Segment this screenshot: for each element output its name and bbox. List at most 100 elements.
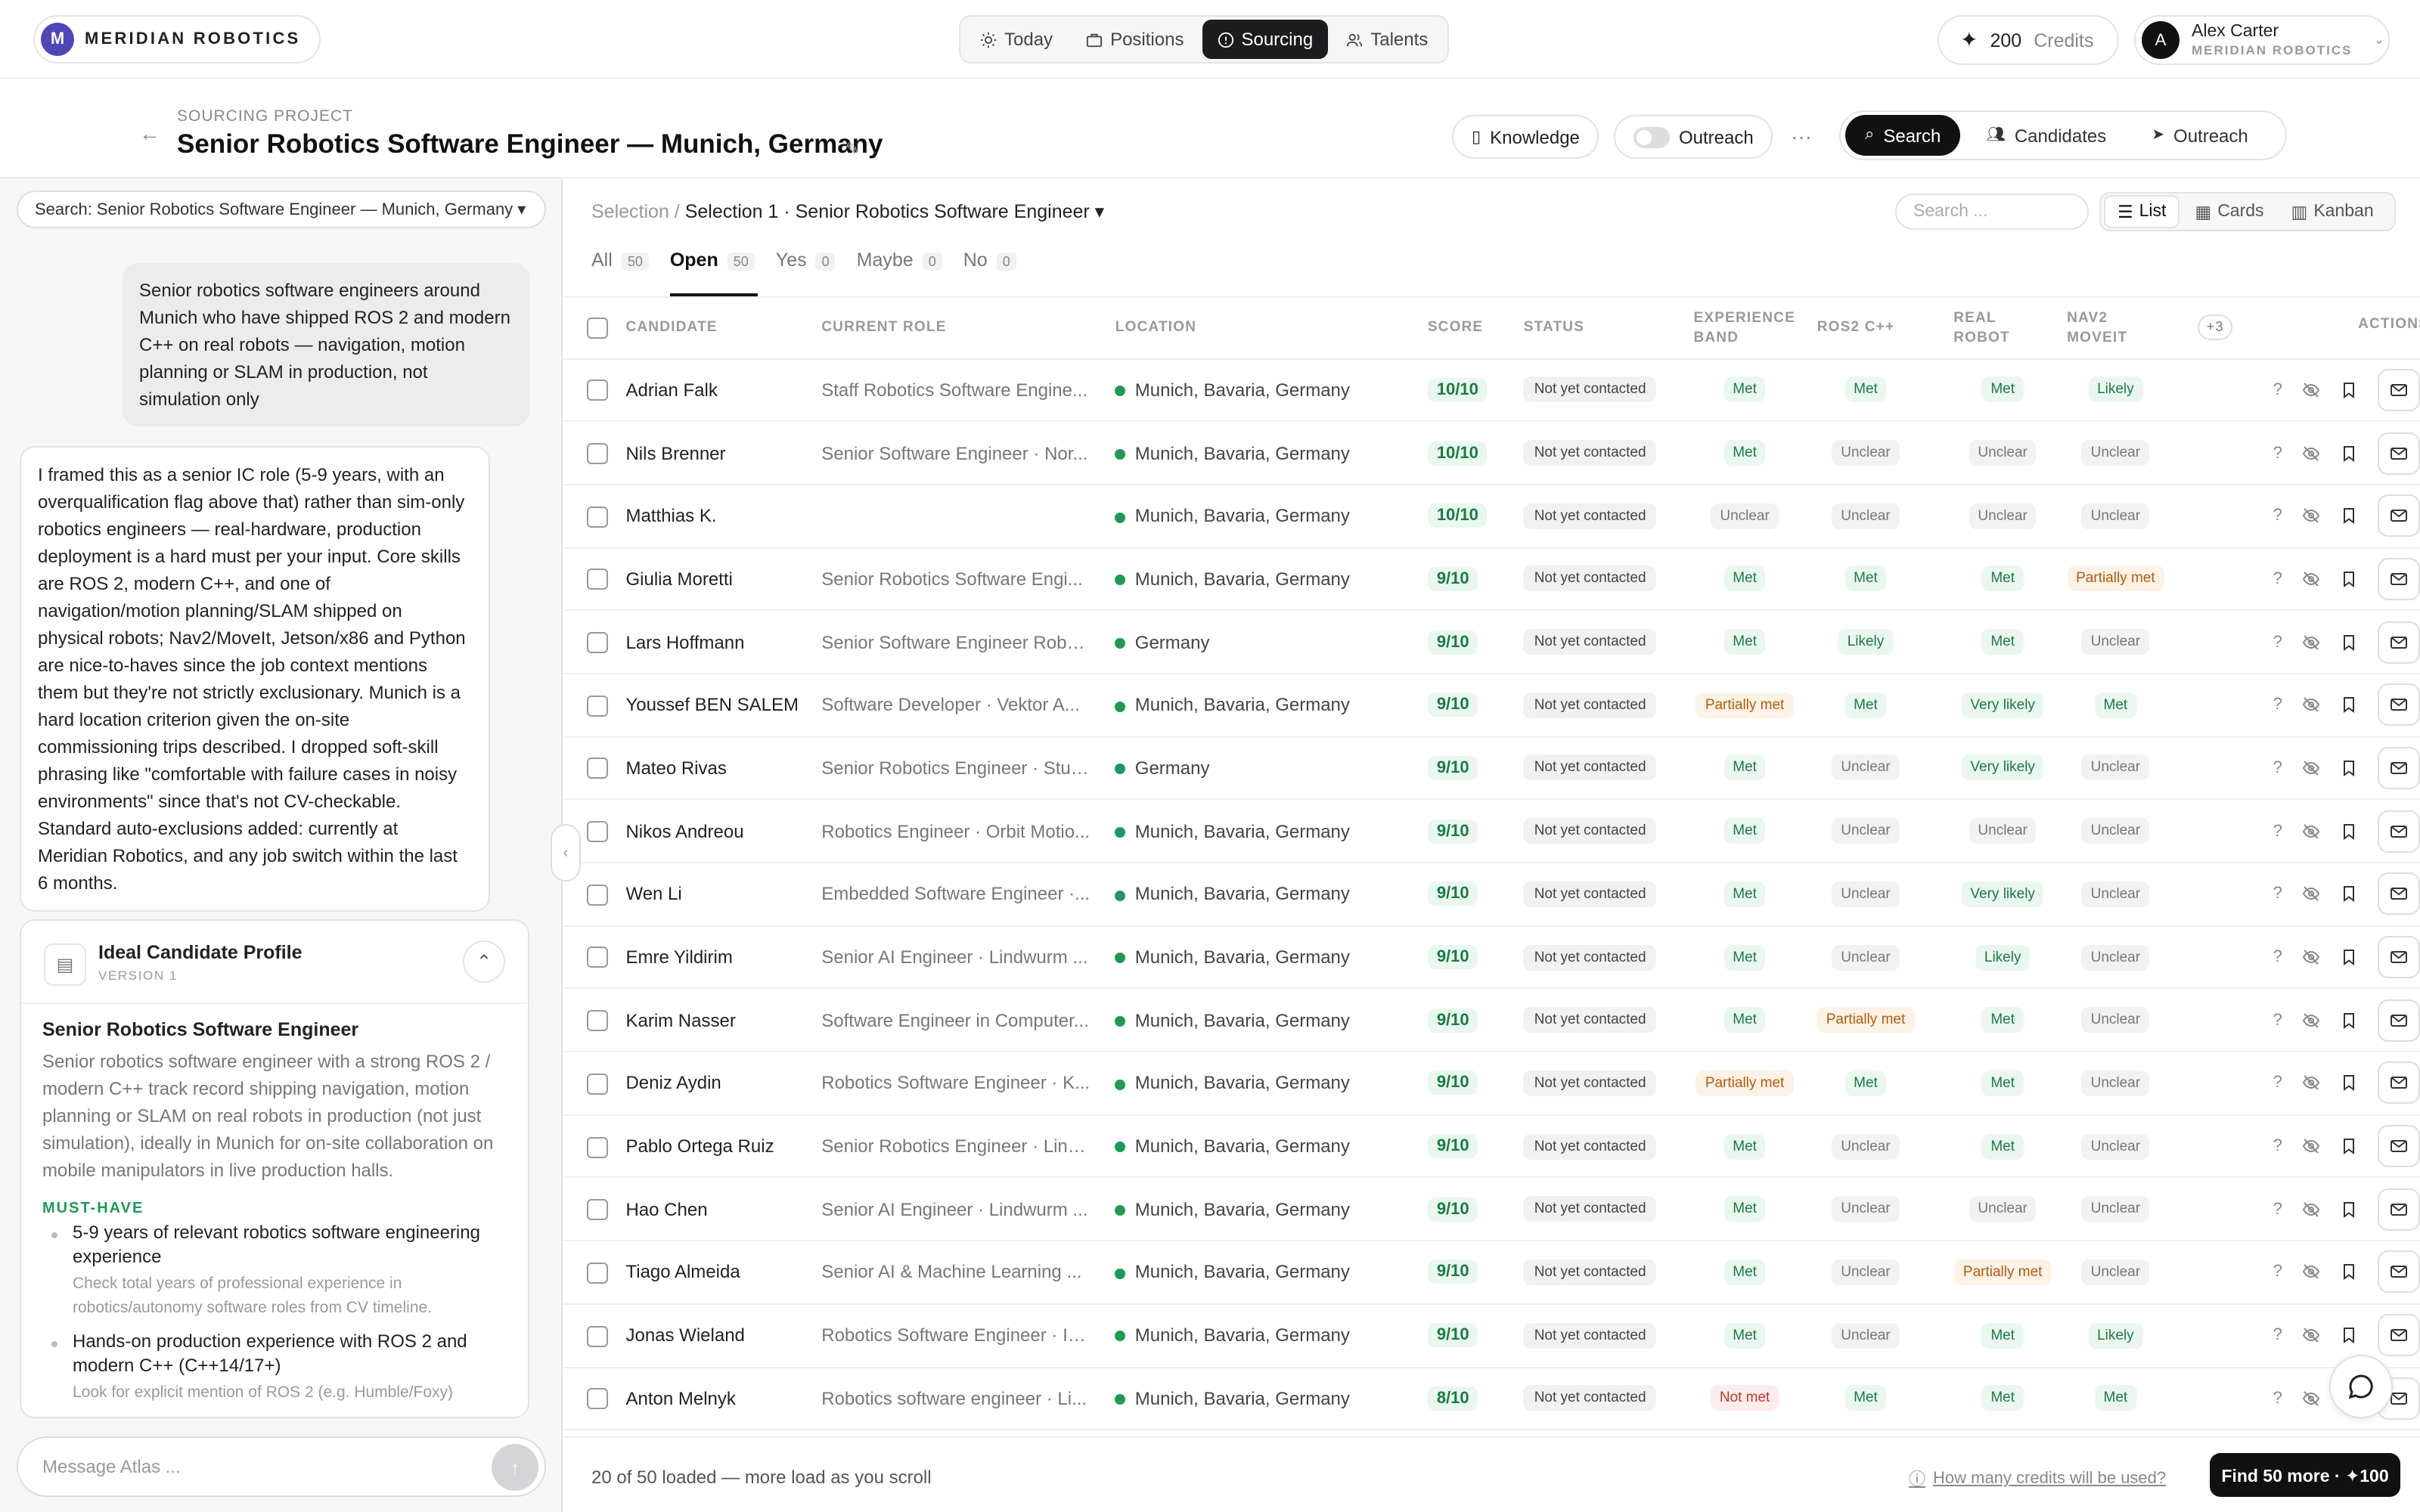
view-kanban[interactable]: ▥ Kanban — [2279, 195, 2386, 228]
table-row[interactable]: Matthias K. Munich, Bavaria, Germany 10/… — [563, 484, 2420, 549]
status-badge[interactable]: Not yet contacted — [1523, 881, 1657, 907]
candidate-name[interactable]: Wen Li — [625, 884, 681, 905]
question-icon[interactable]: ? — [2273, 1011, 2282, 1029]
eye-off-icon[interactable] — [2302, 822, 2320, 840]
candidate-name[interactable]: Deniz Aydin — [625, 1073, 721, 1094]
email-button[interactable] — [2377, 1188, 2420, 1231]
bookmark-icon[interactable] — [2340, 1074, 2358, 1092]
eye-off-icon[interactable] — [2302, 948, 2320, 966]
filter-all[interactable]: All 50 — [591, 249, 649, 289]
question-icon[interactable]: ? — [2273, 948, 2282, 966]
eye-off-icon[interactable] — [2302, 1074, 2320, 1092]
row-checkbox[interactable] — [587, 1262, 608, 1284]
row-checkbox[interactable] — [587, 1136, 608, 1157]
email-button[interactable] — [2377, 683, 2420, 727]
question-icon[interactable]: ? — [2273, 444, 2282, 462]
row-checkbox[interactable] — [587, 1010, 608, 1032]
email-button[interactable] — [2377, 432, 2420, 475]
row-checkbox[interactable] — [587, 884, 608, 906]
bookmark-icon[interactable] — [2340, 507, 2358, 525]
row-checkbox[interactable] — [587, 821, 608, 843]
collapse-panel-handle[interactable]: ‹ — [551, 824, 581, 881]
status-badge[interactable]: Not yet contacted — [1523, 629, 1657, 655]
nav-sourcing[interactable]: Sourcing — [1202, 20, 1329, 59]
eye-off-icon[interactable] — [2302, 444, 2320, 462]
user-menu[interactable]: A Alex Carter MERIDIAN ROBOTICS ⌄ — [2134, 15, 2390, 65]
table-row[interactable]: Karim Nasser Software Engineer in Comput… — [563, 988, 2420, 1053]
table-row[interactable]: Tiago Almeida Senior AI & Machine Learni… — [563, 1241, 2420, 1305]
table-row[interactable]: Hao Chen Senior AI Engineer · Lindwurm .… — [563, 1177, 2420, 1242]
row-checkbox[interactable] — [587, 758, 608, 779]
candidate-name[interactable]: Youssef BEN SALEM — [625, 695, 799, 716]
tab-search[interactable]: ⌕ Search — [1845, 115, 1961, 156]
col-nav2-moveit[interactable]: NAV2 MOVEIT — [2067, 298, 2198, 359]
filter-maybe[interactable]: Maybe 0 — [857, 249, 942, 289]
view-list[interactable]: ☰ List — [2104, 195, 2180, 228]
outreach-toggle[interactable]: Outreach — [1614, 115, 1773, 159]
candidate-name[interactable]: Giulia Moretti — [625, 569, 732, 590]
toggle-switch[interactable] — [1634, 126, 1670, 147]
eye-off-icon[interactable] — [2302, 381, 2320, 399]
col-experience-band[interactable]: EXPERIENCE BAND — [1693, 298, 1817, 359]
email-button[interactable] — [2377, 999, 2420, 1042]
email-button[interactable] — [2377, 557, 2420, 600]
eye-off-icon[interactable] — [2302, 633, 2320, 651]
results-search-input[interactable]: Search ... — [1895, 194, 2089, 230]
more-columns-badge[interactable]: +3 — [2197, 314, 2233, 341]
table-row[interactable]: Jonas Wieland Robotics Software Engineer… — [563, 1303, 2420, 1368]
bookmark-icon[interactable] — [2340, 444, 2358, 462]
tab-candidates[interactable]: 👥︎ Candidates — [1966, 115, 2126, 156]
email-button[interactable] — [2377, 368, 2420, 411]
status-badge[interactable]: Not yet contacted — [1523, 1007, 1657, 1033]
row-checkbox[interactable] — [587, 506, 608, 528]
table-row[interactable]: Mateo Rivas Senior Robotics Engineer · S… — [563, 736, 2420, 801]
row-checkbox[interactable] — [587, 632, 608, 653]
status-badge[interactable]: Not yet contacted — [1523, 440, 1657, 466]
col-current-role[interactable]: CURRENT ROLE — [821, 298, 1115, 359]
bookmark-icon[interactable] — [2340, 1263, 2358, 1281]
candidate-name[interactable]: Jonas Wieland — [625, 1325, 744, 1346]
view-cards[interactable]: ▦ Cards — [2183, 195, 2276, 228]
col-location[interactable]: LOCATION — [1115, 298, 1428, 359]
nav-talents[interactable]: Talents — [1331, 20, 1443, 59]
row-checkbox[interactable] — [587, 380, 608, 401]
chevron-up-icon[interactable]: ⌃ — [463, 940, 505, 983]
row-checkbox[interactable] — [587, 442, 608, 464]
candidate-name[interactable]: Karim Nasser — [625, 1009, 735, 1030]
bookmark-icon[interactable] — [2340, 1201, 2358, 1219]
nav-positions[interactable]: Positions — [1071, 20, 1199, 59]
candidate-name[interactable]: Matthias K. — [625, 505, 716, 526]
table-row[interactable]: Wen Li Embedded Software Engineer ·... M… — [563, 863, 2420, 927]
bookmark-icon[interactable] — [2340, 696, 2358, 714]
bookmark-icon[interactable] — [2340, 1326, 2358, 1344]
question-icon[interactable]: ? — [2273, 1137, 2282, 1155]
email-button[interactable] — [2377, 494, 2420, 538]
question-icon[interactable]: ? — [2273, 1326, 2282, 1344]
chat-bubble-icon[interactable] — [2329, 1355, 2393, 1418]
credits-question-link[interactable]: ⓘ How many credits will be used? — [1909, 1467, 2166, 1491]
status-badge[interactable]: Not yet contacted — [1523, 565, 1657, 592]
email-button[interactable] — [2377, 1061, 2420, 1105]
col-status[interactable]: STATUS — [1523, 298, 1694, 359]
eye-off-icon[interactable] — [2302, 1263, 2320, 1281]
row-checkbox[interactable] — [587, 569, 608, 590]
candidate-name[interactable]: Nils Brenner — [625, 442, 725, 463]
back-arrow-icon[interactable]: ← — [139, 121, 160, 145]
edit-pencil-icon[interactable]: ✎ — [845, 139, 859, 159]
row-checkbox[interactable] — [587, 947, 608, 968]
question-icon[interactable]: ? — [2273, 885, 2282, 903]
table-row[interactable]: Adrian Falk Staff Robotics Software Engi… — [563, 358, 2420, 423]
question-icon[interactable]: ? — [2273, 1074, 2282, 1092]
col-score[interactable]: SCORE — [1427, 298, 1524, 359]
candidate-name[interactable]: Nikos Andreou — [625, 820, 743, 841]
row-checkbox[interactable] — [587, 695, 608, 717]
table-row[interactable]: Nils Brenner Senior Software Engineer · … — [563, 421, 2420, 485]
row-checkbox[interactable] — [587, 1073, 608, 1095]
candidate-name[interactable]: Mateo Rivas — [625, 758, 726, 779]
table-row[interactable]: Lars Hoffmann Senior Software Engineer R… — [563, 610, 2420, 674]
filter-open[interactable]: Open 50 — [669, 249, 758, 296]
row-checkbox[interactable] — [587, 1325, 608, 1347]
table-row[interactable]: Pablo Ortega Ruiz Senior Robotics Engine… — [563, 1114, 2420, 1179]
candidate-name[interactable]: Hao Chen — [625, 1199, 707, 1220]
status-badge[interactable]: Not yet contacted — [1523, 1133, 1657, 1160]
